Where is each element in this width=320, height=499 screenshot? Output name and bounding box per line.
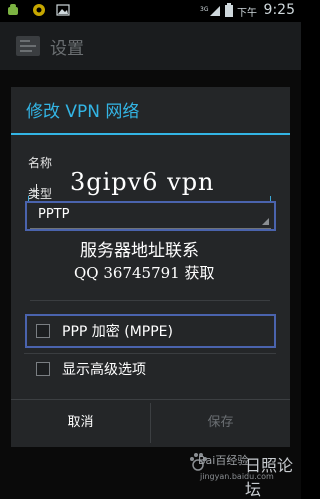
status-time: 9:25: [263, 2, 295, 18]
action-bar: 设置: [0, 22, 301, 70]
dialog-title: 修改 VPN 网络: [26, 102, 140, 122]
status-bar: 3G 下午 9:25: [0, 0, 301, 22]
notification-android-icon: [8, 4, 18, 15]
ppp-checkbox[interactable]: [36, 324, 50, 338]
save-button[interactable]: 保存: [151, 400, 290, 446]
signal-3g-icon: 3G: [200, 6, 220, 16]
name-label: 名称: [28, 156, 53, 170]
overlay-headline: 3gipv6 vpn: [70, 168, 215, 196]
android-screen: 3G 下午 9:25 设置 修改 VPN 网络 名称 3gipv6 vpn 类型…: [0, 0, 301, 499]
title-divider: [11, 133, 290, 135]
cancel-button[interactable]: 取消: [11, 400, 150, 446]
overlay-line-2: QQ 36745791 获取: [74, 264, 215, 282]
baidu-text: Bai百经验: [198, 454, 249, 467]
ppp-label: PPP 加密 (MPPE): [62, 324, 173, 340]
battery-icon: [225, 3, 233, 17]
advanced-options-checkbox[interactable]: [36, 362, 50, 376]
advanced-options-label: 显示高级选项: [62, 362, 146, 378]
ppp-divider: [24, 353, 276, 354]
settings-icon[interactable]: [14, 32, 42, 60]
type-select-value: PPTP: [38, 207, 70, 222]
status-ampm: 下午: [237, 8, 257, 19]
overlay-line-1: 服务器地址联系: [80, 241, 199, 261]
image-notification-icon: [56, 4, 70, 16]
svg-text:3G: 3G: [200, 6, 209, 13]
forum-logo-text: 日照论坛: [245, 456, 294, 499]
type-label: 类型: [28, 187, 53, 201]
watermark-logo: Bai百经验 jingyan.baidu.com 日照论坛: [150, 450, 301, 499]
notification-circle-icon: [33, 4, 45, 16]
server-field-underline: [30, 300, 270, 301]
dropdown-caret-icon: [262, 218, 269, 225]
action-bar-title: 设置: [50, 39, 84, 59]
